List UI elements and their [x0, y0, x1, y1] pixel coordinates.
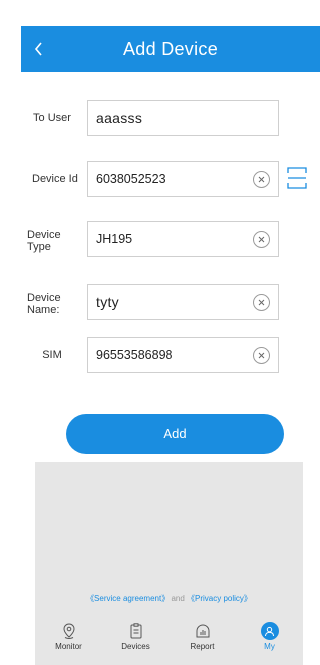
privacy-policy-link[interactable]: 《Privacy policy》 — [187, 594, 252, 603]
to-user-value: aaasss — [96, 110, 143, 126]
close-icon — [258, 352, 265, 359]
scan-button[interactable] — [287, 166, 307, 190]
tab-my-icon-bg — [260, 622, 279, 640]
tab-devices-label: Devices — [121, 642, 150, 651]
device-id-row: Device Id 6038052523 — [21, 161, 320, 201]
bottom-panel: 《Service agreement》 and 《Privacy policy》… — [35, 462, 303, 665]
page-title: Add Device — [122, 39, 219, 59]
device-type-row: Device Type JH195 — [21, 221, 320, 261]
device-type-label: Device Type — [27, 229, 89, 253]
device-name-label-line1: Device — [27, 292, 61, 304]
to-user-row: To User aaasss — [21, 100, 320, 140]
close-icon — [258, 236, 265, 243]
close-icon — [258, 299, 265, 306]
close-icon — [258, 176, 265, 183]
tab-monitor[interactable]: Monitor — [35, 618, 102, 665]
device-type-value: JH195 — [96, 232, 133, 246]
to-user-label: To User — [33, 112, 71, 124]
device-name-label-line2: Name: — [27, 304, 60, 316]
tab-my-label: My — [264, 642, 275, 651]
device-type-field[interactable]: JH195 — [87, 221, 279, 257]
status-bar — [0, 0, 320, 26]
device-id-label: Device Id — [32, 173, 78, 185]
sim-clear-button[interactable] — [253, 347, 270, 364]
report-chart-icon — [196, 624, 209, 638]
user-icon — [265, 626, 274, 636]
scan-icon — [287, 167, 307, 189]
device-id-clear-button[interactable] — [253, 171, 270, 188]
tab-report[interactable]: Report — [169, 618, 236, 665]
agreement-text: 《Service agreement》 and 《Privacy policy》 — [35, 593, 303, 604]
location-pin-icon — [62, 623, 75, 639]
document-icon — [130, 623, 141, 639]
device-name-clear-button[interactable] — [253, 294, 270, 311]
sim-field[interactable]: 96553586898 — [87, 337, 279, 373]
to-user-field[interactable]: aaasss — [87, 100, 279, 136]
service-agreement-link[interactable]: 《Service agreement》 — [86, 594, 169, 603]
tab-my[interactable]: My — [236, 618, 303, 665]
agreement-and-text: and — [169, 594, 188, 603]
sim-label: SIM — [42, 349, 62, 361]
device-name-label: Device Name: — [27, 292, 89, 316]
sim-value: 96553586898 — [96, 348, 173, 362]
device-name-value: tyty — [96, 294, 119, 310]
tab-devices[interactable]: Devices — [102, 618, 169, 665]
add-button[interactable]: Add — [66, 414, 284, 454]
device-id-field[interactable]: 6038052523 — [87, 161, 279, 197]
screen: Add Device To User aaasss Device Id 6038… — [0, 0, 320, 665]
device-type-label-line1: Device — [27, 229, 61, 241]
device-name-row: Device Name: tyty — [21, 284, 320, 324]
device-id-value: 6038052523 — [96, 172, 166, 186]
header-bar: Add Device — [21, 26, 320, 72]
device-type-clear-button[interactable] — [253, 231, 270, 248]
device-type-label-line2: Type — [27, 241, 51, 253]
device-name-field[interactable]: tyty — [87, 284, 279, 320]
tab-monitor-label: Monitor — [55, 642, 82, 651]
tab-report-label: Report — [190, 642, 215, 651]
tab-bar: Monitor Devices Report My — [35, 618, 303, 665]
sim-row: SIM 96553586898 — [21, 337, 320, 377]
